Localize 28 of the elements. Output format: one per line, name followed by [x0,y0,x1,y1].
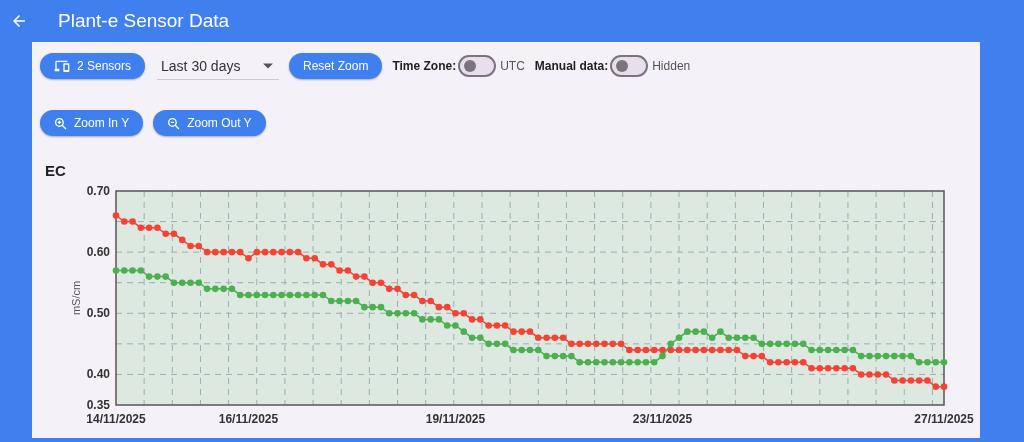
app-title: Plant-e Sensor Data [58,10,230,32]
zoom-out-button[interactable]: Zoom Out Y [153,110,266,136]
reset-zoom-button[interactable]: Reset Zoom [289,53,383,79]
range-select[interactable]: Last 30 days [157,52,280,80]
x-tick-label: 19/11/2025 [425,412,486,426]
x-tick-label: 14/11/2025 [86,412,146,426]
toggle-label: Time Zone: [392,59,457,73]
dropdown-caret-icon [263,62,274,69]
y-tick-label: 0.50 [86,306,110,321]
y-tick-label: 0.70 [86,184,110,198]
zoom-out-icon [167,116,181,130]
y-tick-label: 0.40 [86,367,110,382]
zoom-in-icon [54,116,67,130]
zoom-in-button[interactable]: Zoom In Y [40,110,144,136]
devices-icon [54,59,70,73]
toggle-state-text: UTC [500,59,525,73]
toggle-switch[interactable] [610,55,649,77]
y-axis-label: mS/cm [70,280,82,316]
y-tick-label: 0.60 [86,245,110,260]
toggle-label: Manual data: [534,59,609,73]
toggle-switch[interactable] [458,55,497,77]
x-tick-label: 27/11/2025 [914,412,974,426]
y-tick-label: 0.35 [86,398,110,412]
toggle-state-text: Hidden [652,59,691,73]
x-tick-label: 23/11/2025 [632,412,693,426]
chart-title: EC [45,162,67,179]
x-tick-label: 16/11/2025 [218,412,279,426]
sensors-button[interactable]: 2 Sensors [40,53,146,79]
